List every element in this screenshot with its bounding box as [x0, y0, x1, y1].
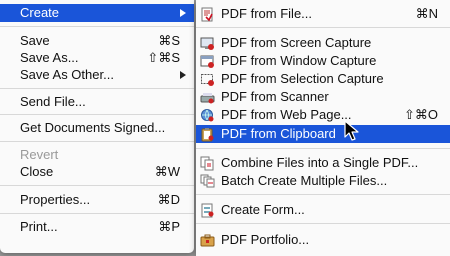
- menu-separator: [0, 141, 194, 142]
- menu-item-label: PDF from Window Capture: [221, 53, 377, 68]
- menu-item-shortcut: ⌘S: [158, 33, 180, 48]
- menu-item-label: PDF from Selection Capture: [221, 71, 384, 86]
- clipboard-icon: [201, 128, 214, 142]
- menu-item-label: Save As Other...: [20, 67, 114, 82]
- menu-separator: [0, 213, 194, 214]
- menu-item-label: PDF from Screen Capture: [221, 35, 372, 50]
- menu-item-label: PDF from File...: [221, 6, 313, 21]
- menu-item-label: PDF from Web Page...: [221, 107, 352, 122]
- menu-item-label: Create: [20, 5, 60, 20]
- submenu-arrow-icon: [180, 71, 186, 79]
- menu-item-label: PDF from Clipboard: [221, 126, 336, 141]
- menu-item-shortcut: ⌘N: [415, 6, 438, 21]
- menu-item-label: PDF from Scanner: [221, 89, 329, 104]
- menu-item-create[interactable]: Create: [0, 4, 194, 22]
- menu-item-label: Create Form...: [221, 202, 305, 217]
- file-menu: Create Save ⌘S Save As... ⇧⌘S Save As Ot…: [0, 0, 194, 253]
- menu-item-shortcut: ⇧⌘S: [147, 50, 180, 65]
- menu-item-label: Batch Create Multiple Files...: [221, 173, 388, 188]
- menu-separator: [0, 114, 194, 115]
- create-submenu: PDF from File... ⌘N PDF from Screen Capt…: [196, 0, 450, 256]
- menu-item-label: PDF Portfolio...: [221, 232, 310, 247]
- menu-item-label: Save: [20, 33, 50, 48]
- scanner-icon: [200, 93, 215, 104]
- menu-item-send-file[interactable]: Send File...: [0, 93, 194, 111]
- batch-create-icon: [200, 174, 215, 188]
- menu-item-pdf-portfolio[interactable]: PDF Portfolio...: [196, 231, 450, 249]
- menu-item-pdf-from-selection-capture[interactable]: PDF from Selection Capture: [196, 70, 450, 88]
- pdf-file-icon: [201, 7, 213, 22]
- menu-item-label: Close: [20, 164, 54, 179]
- form-icon: [201, 203, 214, 218]
- menu-item-properties[interactable]: Properties... ⌘D: [0, 191, 194, 209]
- window-capture-icon: [200, 55, 214, 68]
- menu-separator: [0, 88, 194, 89]
- menu-item-label: Combine Files into a Single PDF...: [221, 155, 419, 170]
- menu-separator: [0, 26, 194, 27]
- menu-separator: [196, 194, 450, 195]
- menu-item-combine-files[interactable]: Combine Files into a Single PDF...: [196, 154, 450, 172]
- menu-item-save[interactable]: Save ⌘S: [0, 32, 194, 50]
- menu-item-pdf-from-window-capture[interactable]: PDF from Window Capture: [196, 52, 450, 70]
- menu-item-pdf-from-scanner[interactable]: PDF from Scanner: [196, 88, 450, 106]
- portfolio-icon: [200, 234, 215, 247]
- menu-item-shortcut: ⌘W: [154, 164, 180, 179]
- menu-item-label: Get Documents Signed...: [20, 120, 166, 135]
- menu-item-label: Properties...: [20, 192, 91, 207]
- menu-item-pdf-from-screen-capture[interactable]: PDF from Screen Capture: [196, 34, 450, 52]
- mouse-pointer-icon: [344, 120, 359, 141]
- menu-separator: [196, 223, 450, 224]
- web-page-icon: [201, 109, 214, 122]
- menu-item-shortcut: ⌘D: [157, 192, 180, 207]
- menu-item-pdf-from-file[interactable]: PDF from File... ⌘N: [196, 5, 450, 23]
- menu-item-batch-create[interactable]: Batch Create Multiple Files...: [196, 172, 450, 190]
- menu-separator: [0, 185, 194, 186]
- menu-item-print[interactable]: Print... ⌘P: [0, 218, 194, 236]
- menu-item-shortcut: ⌘P: [158, 219, 180, 234]
- menu-item-label: Save As...: [20, 50, 79, 65]
- menu-item-revert: Revert: [0, 146, 194, 164]
- menu-item-close[interactable]: Close ⌘W: [0, 163, 194, 181]
- menu-item-get-documents-signed[interactable]: Get Documents Signed...: [0, 119, 194, 137]
- combine-files-icon: [200, 156, 214, 171]
- menu-item-save-as[interactable]: Save As... ⇧⌘S: [0, 49, 194, 67]
- menu-item-label: Send File...: [20, 94, 86, 109]
- screen-capture-icon: [200, 37, 214, 50]
- menu-item-create-form[interactable]: Create Form...: [196, 201, 450, 219]
- menu-item-pdf-from-clipboard[interactable]: PDF from Clipboard: [196, 125, 450, 143]
- menu-separator: [196, 148, 450, 149]
- selection-capture-icon: [201, 74, 214, 86]
- menu-item-save-as-other[interactable]: Save As Other...: [0, 66, 194, 84]
- menu-item-shortcut: ⇧⌘O: [403, 107, 438, 122]
- menu-item-pdf-from-web-page[interactable]: PDF from Web Page... ⇧⌘O: [196, 106, 450, 124]
- submenu-arrow-icon: [180, 9, 186, 17]
- menu-separator: [196, 27, 450, 28]
- menu-item-label: Print...: [20, 219, 58, 234]
- menu-item-label: Revert: [20, 147, 59, 162]
